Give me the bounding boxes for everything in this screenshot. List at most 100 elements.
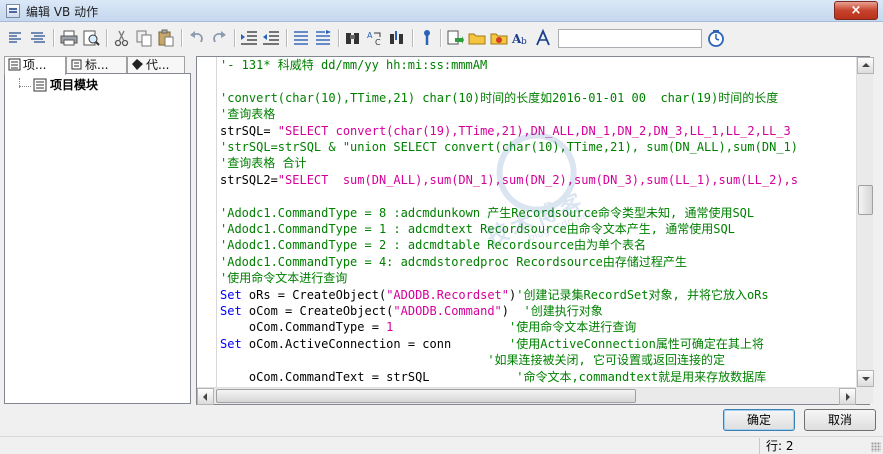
tree-item-label: 项目模块 bbox=[50, 78, 99, 92]
code-token: oCom = CreateObject( bbox=[241, 304, 394, 318]
cut-icon[interactable] bbox=[112, 28, 132, 48]
print-preview-icon[interactable] bbox=[81, 28, 101, 48]
tree-connector bbox=[19, 86, 31, 87]
code-line[interactable]: 'Adodc1.CommandType = 2 : adcmdtable Rec… bbox=[220, 237, 646, 253]
replace-icon[interactable]: AC bbox=[365, 28, 385, 48]
code-line[interactable]: '查询表格 bbox=[220, 106, 275, 122]
code-line[interactable]: strSQL2="SELECT sum(DN_ALL),sum(DN_1),su… bbox=[220, 172, 798, 188]
code-line[interactable]: 'Adodc1.CommandType = 1 : adcmdtext Reco… bbox=[220, 221, 735, 237]
scroll-down-button[interactable] bbox=[857, 370, 874, 387]
line-indicator: 行: 2 bbox=[759, 438, 883, 454]
code-line[interactable]: strSQL= "SELECT convert(char(19),TTime,2… bbox=[220, 123, 791, 139]
code-line[interactable]: Set oCom.ActiveConnection = conn '使用Acti… bbox=[220, 336, 764, 352]
code-editor[interactable]: '- 131* 科威特 dd/mm/yy hh:mi:ss:mmmAM 'conv… bbox=[196, 56, 870, 405]
paste-icon[interactable] bbox=[156, 28, 176, 48]
svg-text:A: A bbox=[367, 31, 373, 40]
outdent-icon[interactable] bbox=[261, 28, 281, 48]
scroll-up-button[interactable] bbox=[857, 57, 874, 74]
code-line[interactable]: oCom.CommandText = strSQL '命令文本,commandt… bbox=[220, 369, 766, 385]
vertical-scrollbar[interactable] bbox=[856, 57, 874, 387]
code-token: '查询表格 合计 bbox=[220, 156, 307, 171]
toolbar-separator bbox=[412, 29, 413, 47]
code-line[interactable]: oCom.CommandType = 1 '使用命令文本进行查询 bbox=[220, 319, 636, 335]
code-token: '使用命令文本进行查询 bbox=[509, 320, 637, 335]
scrollbar-corner bbox=[856, 387, 873, 404]
scroll-left-button[interactable] bbox=[197, 388, 214, 405]
tab-tags[interactable]: 标... bbox=[66, 56, 127, 74]
window-title: 编辑 VB 动作 bbox=[26, 5, 99, 19]
print-icon[interactable] bbox=[59, 28, 79, 48]
code-token: '查询表格 bbox=[220, 107, 276, 122]
code-token: strSQL= bbox=[220, 123, 278, 138]
redo-icon[interactable] bbox=[209, 28, 229, 48]
toolbar-separator bbox=[338, 29, 339, 47]
title-bar: 编辑 VB 动作 × bbox=[0, 0, 883, 22]
code-area[interactable]: '- 131* 科威特 dd/mm/yy hh:mi:ss:mmmAM 'conv… bbox=[220, 57, 869, 404]
code-token: 'strSQL=strSQL & "union SELECT convert(c… bbox=[220, 140, 798, 154]
arrow-right-icon bbox=[846, 393, 850, 401]
align-center-icon[interactable] bbox=[28, 28, 48, 48]
code-token: 'Adodc1.CommandType = 4: adcmdstoredproc… bbox=[220, 254, 687, 269]
toolbar-separator bbox=[106, 29, 107, 47]
toolbar-separator bbox=[234, 29, 235, 47]
help-icon[interactable] bbox=[417, 28, 437, 48]
tab-project[interactable]: 项... bbox=[4, 56, 66, 75]
cancel-button[interactable]: 取消 bbox=[804, 409, 876, 431]
search-input[interactable] bbox=[558, 29, 702, 48]
code-line[interactable]: 'Adodc1.CommandType = 8 :adcmdunkown 产生R… bbox=[220, 205, 754, 221]
code-token: "SELECT sum(DN_ALL),sum(DN_1),sum(DN_2),… bbox=[277, 172, 798, 187]
code-token: '如果连接被关闭, 它可设置或返回连接的定 bbox=[487, 353, 725, 368]
undo-icon[interactable] bbox=[187, 28, 207, 48]
editor-gutter bbox=[197, 57, 219, 404]
code-token: 'convert(char(10),TTime,21) char(10)时间的长… bbox=[220, 90, 779, 105]
code-token: oCom.ActiveConnection = conn bbox=[241, 336, 509, 351]
code-line[interactable]: 'strSQL=strSQL & "union SELECT convert(c… bbox=[220, 139, 798, 155]
close-button[interactable]: × bbox=[834, 1, 878, 20]
code-line[interactable]: '- 131* 科威特 dd/mm/yy hh:mi:ss:mmmAM bbox=[220, 57, 487, 73]
tab-label: 项... bbox=[23, 58, 47, 72]
code-line[interactable]: '查询表格 合计 bbox=[220, 155, 306, 171]
tree-item-project-module[interactable]: 项目模块 bbox=[33, 77, 98, 96]
code-line[interactable]: '如果连接被关闭, 它可设置或返回连接的定 bbox=[220, 352, 725, 368]
code-token: Set bbox=[220, 304, 242, 318]
scroll-right-button[interactable] bbox=[839, 388, 856, 405]
code-token: 'Adodc1.CommandType = 1 : adcmdtext Reco… bbox=[220, 222, 735, 236]
vertical-scroll-thumb[interactable] bbox=[858, 185, 873, 215]
toolbar-separator bbox=[440, 29, 441, 47]
code-line[interactable]: 'convert(char(10),TTime,21) char(10)时间的长… bbox=[220, 90, 778, 106]
code-line[interactable]: Set oRs = CreateObject("ADODB.Recordset"… bbox=[220, 287, 769, 303]
code-line[interactable]: Set oCom = CreateObject("ADODB.Command")… bbox=[220, 303, 603, 319]
comment-icon[interactable] bbox=[291, 28, 311, 48]
tab-label: 标... bbox=[85, 58, 109, 72]
code-token: '创建执行对象 bbox=[523, 304, 603, 318]
vb-editor-icon bbox=[6, 4, 20, 18]
horizontal-scroll-thumb[interactable] bbox=[216, 389, 636, 403]
code-token: 'Adodc1.CommandType = 8 :adcmdunkown 产生R… bbox=[220, 205, 755, 220]
font-icon[interactable]: Ab bbox=[511, 28, 531, 48]
code-line[interactable]: '使用命令文本进行查询 bbox=[220, 270, 347, 286]
align-left-icon[interactable] bbox=[6, 28, 26, 48]
tab-code[interactable]: 代... bbox=[127, 56, 185, 74]
ok-button[interactable]: 确定 bbox=[723, 409, 795, 431]
code-token: oCom.CommandType = bbox=[220, 320, 387, 335]
code-token: '使用命令文本进行查询 bbox=[220, 271, 348, 286]
code-token: Set bbox=[220, 336, 242, 351]
resize-grip[interactable] bbox=[871, 442, 881, 452]
project-tree[interactable]: 项目模块 bbox=[4, 73, 191, 404]
code-line[interactable]: 'Adodc1.CommandType = 4: adcmdstoredproc… bbox=[220, 254, 687, 270]
new-folder-icon[interactable] bbox=[489, 28, 509, 48]
clock-icon[interactable] bbox=[706, 28, 726, 48]
horizontal-scrollbar[interactable] bbox=[197, 387, 856, 405]
goto-icon[interactable] bbox=[387, 28, 407, 48]
code-token: '使用ActiveConnection属性可确定在其上将 bbox=[509, 336, 764, 351]
open-folder-icon[interactable] bbox=[467, 28, 487, 48]
insert-icon[interactable] bbox=[445, 28, 465, 48]
module-icon bbox=[33, 78, 47, 96]
code-token: "SELECT convert(char(19),TTime,21),DN_AL… bbox=[277, 123, 791, 138]
uncomment-icon[interactable] bbox=[313, 28, 333, 48]
syntax-icon[interactable] bbox=[533, 28, 553, 48]
copy-icon[interactable] bbox=[134, 28, 154, 48]
find-icon[interactable] bbox=[343, 28, 363, 48]
indent-icon[interactable] bbox=[239, 28, 259, 48]
